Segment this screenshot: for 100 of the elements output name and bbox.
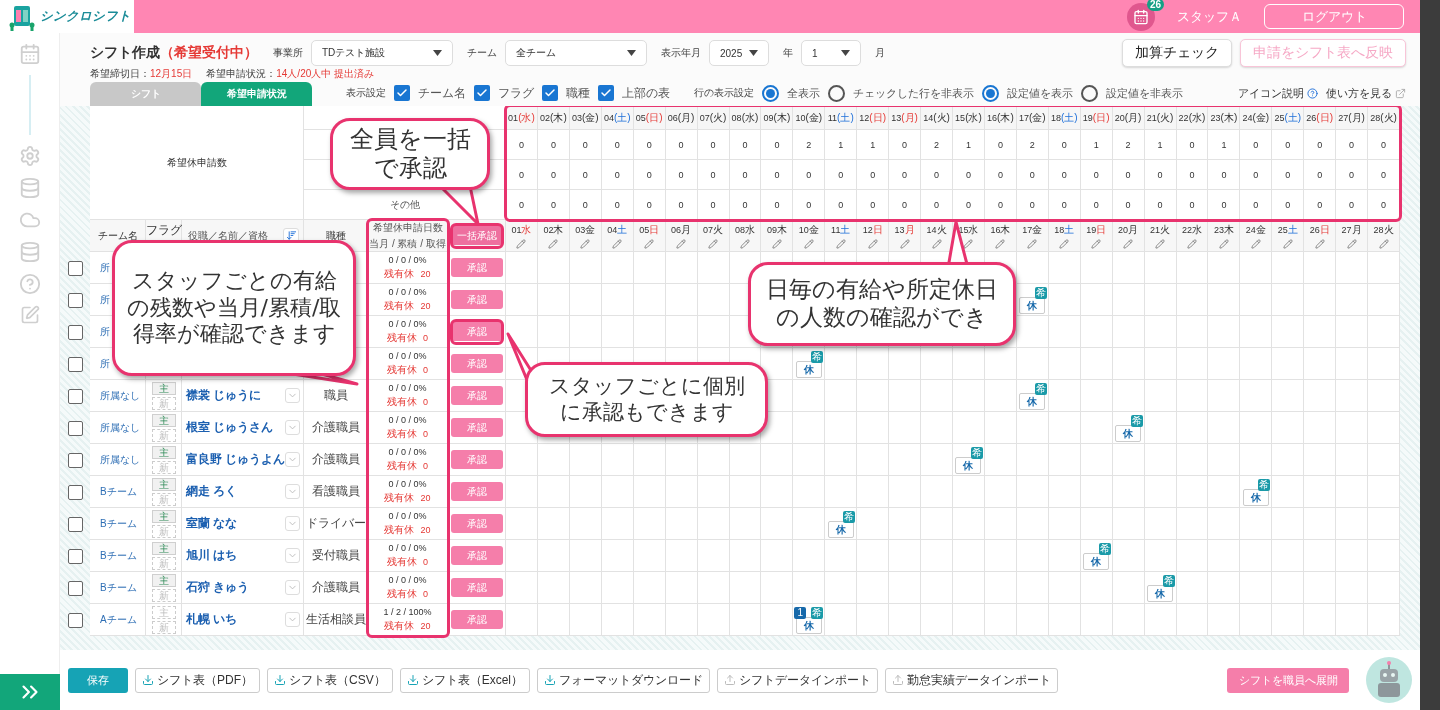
- weekday-label: (月): [677, 110, 695, 125]
- approve-button[interactable]: 承認: [450, 322, 503, 341]
- page-title: シフト作成（希望受付中）: [90, 44, 259, 62]
- flag-tag[interactable]: 主: [151, 445, 176, 459]
- bulk-approve-button[interactable]: 一括承認: [450, 226, 503, 245]
- file-button[interactable]: シフトデータインポート: [717, 667, 879, 693]
- remaining-label: 残有休: [387, 586, 417, 601]
- approve-button[interactable]: 承認: [450, 418, 503, 437]
- date-label: 19: [1086, 224, 1097, 235]
- count-cell: 1: [953, 130, 985, 160]
- select-field[interactable]: 1: [801, 40, 861, 66]
- remaining-label: 残有休: [387, 554, 417, 569]
- date-label: 08: [734, 224, 745, 235]
- count-cell: 0: [1048, 190, 1081, 220]
- remaining-value: 20: [420, 524, 431, 535]
- flag-tag[interactable]: 主: [151, 477, 176, 491]
- file-button[interactable]: フォーマットダウンロード: [537, 667, 711, 693]
- select-field[interactable]: 全チーム: [505, 40, 647, 66]
- day-off-tile[interactable]: 休: [1115, 425, 1142, 442]
- publish-button[interactable]: シフトを職員へ展開: [1227, 667, 1349, 693]
- day-off-tile[interactable]: 休: [795, 361, 822, 378]
- day-off-tile[interactable]: 休: [1019, 393, 1046, 410]
- flag-tag[interactable]: 主: [151, 541, 176, 555]
- day-off-tile[interactable]: 休: [1242, 489, 1269, 506]
- approve-button[interactable]: 承認: [450, 354, 503, 373]
- weekday-label: 月: [1351, 223, 1362, 235]
- app-logo[interactable]: シンクロシフト: [40, 8, 131, 25]
- count-cell: 0: [1208, 190, 1241, 220]
- file-button[interactable]: シフト表（PDF）: [135, 667, 260, 693]
- icon-legend-link[interactable]: アイコン説明: [1238, 85, 1318, 101]
- leave-stats: 0 / 0 / 0%: [388, 350, 427, 361]
- flag-tag[interactable]: 主: [151, 381, 176, 395]
- count-cell: 0: [825, 160, 858, 190]
- count-cell: 0: [1240, 190, 1273, 220]
- approve-button[interactable]: 承認: [450, 546, 503, 565]
- day-off-tile[interactable]: 休: [1083, 553, 1110, 570]
- flag-tag[interactable]: 主: [151, 573, 176, 587]
- weekday-label: 土: [617, 223, 628, 235]
- count-cell: 0: [506, 130, 538, 160]
- weekday-label: 日: [649, 223, 660, 235]
- count-cell: 0: [921, 190, 953, 220]
- count-cell: 1: [1080, 130, 1113, 160]
- filter-label: チーム: [467, 46, 497, 60]
- request-badge: 希: [811, 351, 824, 363]
- request-badge: 希: [1162, 575, 1175, 587]
- date-label: 20: [1118, 224, 1129, 235]
- remaining-label: 残有休: [384, 266, 415, 281]
- file-button[interactable]: シフト表（Excel）: [399, 667, 531, 693]
- count-cell: 0: [889, 190, 922, 220]
- count-cell: 0: [1304, 130, 1337, 160]
- approve-button[interactable]: 承認: [450, 610, 503, 629]
- remaining-label: 残有休: [384, 490, 415, 505]
- logout-button[interactable]: ログアウト: [1264, 4, 1404, 29]
- save-button[interactable]: 保存: [68, 667, 128, 693]
- day-off-tile[interactable]: 休: [1019, 297, 1046, 314]
- tab[interactable]: 希望申請状況: [201, 82, 312, 106]
- flag-tag[interactable]: 主: [151, 413, 176, 427]
- weekday-label: (月): [1124, 110, 1142, 125]
- approve-button[interactable]: 承認: [450, 290, 503, 309]
- approve-button[interactable]: 承認: [450, 450, 503, 469]
- count-cell: 0: [761, 130, 794, 160]
- callout-tooltip: スタッフごとに個別に承認もできます: [525, 362, 768, 437]
- how-to-link[interactable]: 使い方を見る: [1326, 85, 1406, 101]
- date-label: 15: [955, 112, 966, 123]
- remaining-label: 残有休: [384, 298, 415, 313]
- file-button[interactable]: シフト表（CSV）: [267, 667, 393, 693]
- weekday-label: (土): [613, 110, 631, 125]
- file-button[interactable]: 勤怠実績データインポート: [885, 667, 1059, 693]
- weekday-label: 金: [585, 223, 596, 235]
- approve-button[interactable]: 承認: [450, 578, 503, 597]
- count-cell: 0: [889, 160, 922, 190]
- unit-label: 年: [783, 46, 793, 60]
- count-cell: 0: [953, 190, 985, 220]
- weekday-label: 金: [808, 223, 819, 235]
- weekday-label: (金): [805, 110, 823, 125]
- weekday-label: 金: [1032, 223, 1043, 235]
- select-field[interactable]: TDテスト施設: [311, 40, 453, 66]
- weekday-label: 金: [1255, 223, 1266, 235]
- team-name: 所属なし: [100, 452, 140, 467]
- action-button[interactable]: 加算チェック: [1122, 39, 1232, 67]
- count-cell: 0: [1016, 190, 1049, 220]
- column-header: 役職／名前／資格: [188, 228, 268, 243]
- date-label: 09: [763, 112, 774, 123]
- date-label: 02: [540, 112, 551, 123]
- approve-button[interactable]: 承認: [450, 258, 503, 277]
- date-label: 06: [667, 112, 678, 123]
- request-badge: 希: [1098, 543, 1111, 555]
- approve-button[interactable]: 承認: [450, 386, 503, 405]
- day-off-tile[interactable]: 休: [795, 617, 822, 634]
- day-off-tile[interactable]: 休: [827, 521, 854, 538]
- weekday-label: 木: [1000, 223, 1011, 235]
- flag-tag[interactable]: 主: [151, 509, 176, 523]
- day-off-tile[interactable]: 休: [1147, 585, 1174, 602]
- filter-label: 事業所: [273, 46, 303, 60]
- approve-button[interactable]: 承認: [450, 514, 503, 533]
- select-field[interactable]: 2025: [709, 40, 769, 66]
- day-off-tile[interactable]: 休: [955, 457, 982, 474]
- count-cell: 0: [1080, 190, 1113, 220]
- count-cell: 0: [1016, 160, 1049, 190]
- approve-button[interactable]: 承認: [450, 482, 503, 501]
